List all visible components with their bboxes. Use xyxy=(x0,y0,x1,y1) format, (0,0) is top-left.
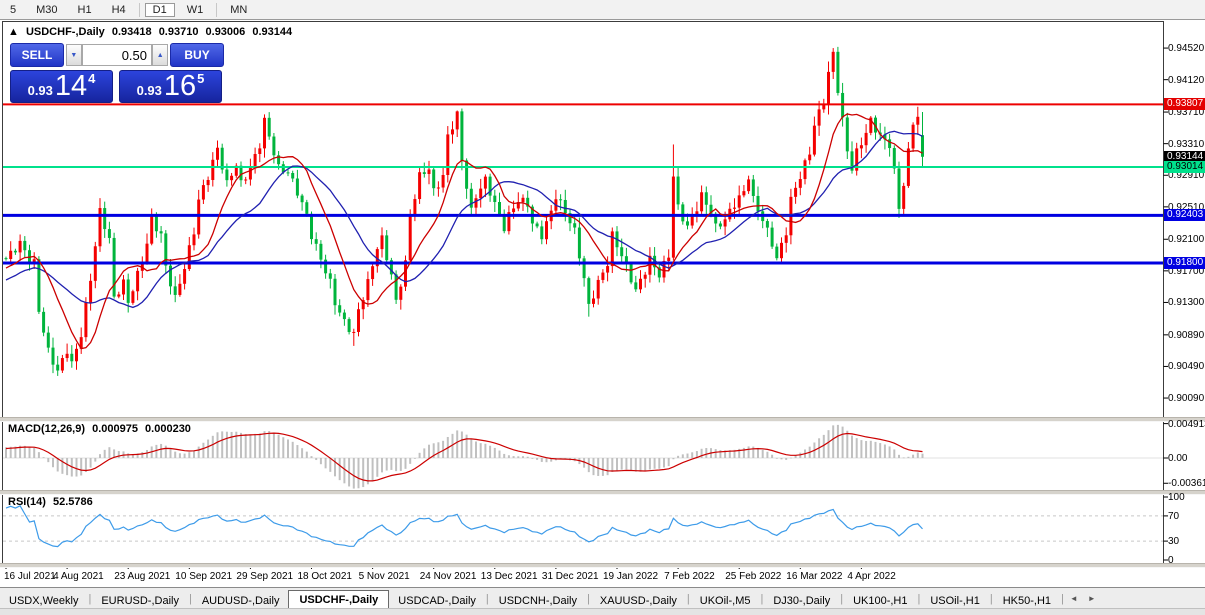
chart-title-bar: ▲ USDCHF-,Daily 0.93418 0.93710 0.93006 … xyxy=(8,26,296,38)
date-label: 16 Jul 2021 xyxy=(4,571,56,582)
tab-item-ukoil-m5[interactable]: UKOil-,M5 xyxy=(691,592,760,609)
date-label: 10 Sep 2021 xyxy=(175,571,232,582)
macd-signal-value: 0.000230 xyxy=(145,423,191,435)
rsi-value: 52.5786 xyxy=(53,496,93,508)
tab-item-audusd-daily[interactable]: AUDUSD-,Daily xyxy=(193,592,289,609)
sell-price-sup: 4 xyxy=(88,71,95,86)
price-axis-label: 0.91300 xyxy=(1168,297,1204,308)
price-axis-label: 0.90890 xyxy=(1168,330,1204,341)
rsi-axis-label: 70 xyxy=(1168,511,1204,522)
tab-item-eurusd-daily[interactable]: EURUSD-,Daily xyxy=(92,592,188,609)
pane-separator-macd-rsi[interactable] xyxy=(0,490,1205,495)
tab-item-uk100-h1[interactable]: UK100-,H1 xyxy=(844,592,916,609)
price-badge: 0.93014 xyxy=(1164,161,1205,173)
macd-axis-label: 0.00 xyxy=(1168,453,1204,464)
trading-app-window: 5M30H1H4D1W1MN ▲ USDCHF-,Daily 0.93418 0… xyxy=(0,0,1205,615)
ohlc-open: 0.93418 xyxy=(112,26,152,38)
buy-button[interactable]: BUY xyxy=(170,43,224,67)
tab-item-usdchf-daily[interactable]: USDCHF-,Daily xyxy=(288,590,389,609)
date-label: 18 Oct 2021 xyxy=(298,571,352,582)
chevron-up-icon: ▲ xyxy=(157,52,164,59)
collapse-panel-icon[interactable]: ▲ xyxy=(8,26,19,38)
ohlc-low: 0.93006 xyxy=(206,26,246,38)
ohlc-high: 0.93710 xyxy=(159,26,199,38)
tab-item-usdcad-daily[interactable]: USDCAD-,Daily xyxy=(389,592,485,609)
tab-item-dj30-daily[interactable]: DJ30-,Daily xyxy=(764,592,839,609)
tab-item-hk50-h1[interactable]: HK50-,H1 xyxy=(994,592,1060,609)
tab-scroll-right-icon[interactable]: ► xyxy=(1083,590,1101,607)
buy-price-sup: 5 xyxy=(197,71,204,86)
tab-scroll-left-icon[interactable]: ◄ xyxy=(1065,590,1083,607)
sell-price-big: 14 xyxy=(55,72,87,101)
price-axis-label: 0.90490 xyxy=(1168,361,1204,372)
price-axis-label: 0.90090 xyxy=(1168,393,1204,404)
pane-separator-rsi-dates xyxy=(0,563,1205,568)
price-badge: 0.91800 xyxy=(1164,257,1205,269)
date-label: 23 Aug 2021 xyxy=(114,571,170,582)
chart-tab-bar: USDX,Weekly|EURUSD-,Daily|AUDUSD-,DailyU… xyxy=(0,587,1205,609)
rsi-indicator-label: RSI(14) 52.5786 xyxy=(8,496,97,508)
price-badge: 0.92403 xyxy=(1164,209,1205,221)
ohlc-close: 0.93144 xyxy=(252,26,292,38)
volume-input[interactable] xyxy=(82,44,152,66)
volume-increase-button[interactable]: ▲ xyxy=(152,44,168,66)
date-label: 5 Nov 2021 xyxy=(359,571,410,582)
rsi-axis-label: 0 xyxy=(1168,555,1204,566)
price-axis-label: 0.94520 xyxy=(1168,43,1204,54)
sell-price-prefix: 0.93 xyxy=(28,83,53,98)
tab-item-xauusd-daily[interactable]: XAUUSD-,Daily xyxy=(591,592,686,609)
date-label: 7 Feb 2022 xyxy=(664,571,715,582)
buy-price-big: 16 xyxy=(164,72,196,101)
chevron-down-icon: ▼ xyxy=(70,52,77,59)
rsi-axis-label: 30 xyxy=(1168,536,1204,547)
date-label: 25 Feb 2022 xyxy=(725,571,781,582)
rsi-axis-label: 100 xyxy=(1168,492,1204,503)
price-axis-label: 0.92100 xyxy=(1168,234,1204,245)
date-label: 13 Dec 2021 xyxy=(481,571,538,582)
date-label: 19 Jan 2022 xyxy=(603,571,658,582)
one-click-trading-panel: SELL ▼ ▲ BUY 0.93 14 4 0.93 16 5 xyxy=(10,43,224,103)
bottom-scroll-strip[interactable] xyxy=(0,608,1205,615)
date-label: 31 Dec 2021 xyxy=(542,571,599,582)
rsi-pane xyxy=(3,494,1164,564)
sell-button[interactable]: SELL xyxy=(10,43,64,67)
macd-indicator-label: MACD(12,26,9) 0.000975 0.000230 xyxy=(8,423,195,435)
date-label: 24 Nov 2021 xyxy=(420,571,477,582)
tab-item-usdx-weekly[interactable]: USDX,Weekly xyxy=(0,592,87,609)
tab-item-usoil-h1[interactable]: USOil-,H1 xyxy=(921,592,989,609)
macd-axis-label: 0.004913 xyxy=(1168,419,1204,430)
date-label: 4 Apr 2022 xyxy=(847,571,895,582)
macd-main-value: 0.000975 xyxy=(92,423,138,435)
price-axis-label: 0.93310 xyxy=(1168,139,1204,150)
date-label: 16 Mar 2022 xyxy=(786,571,842,582)
price-axis-label: 0.94120 xyxy=(1168,75,1204,86)
date-label: 4 Aug 2021 xyxy=(53,571,104,582)
volume-decrease-button[interactable]: ▼ xyxy=(66,44,82,66)
sell-price-panel[interactable]: 0.93 14 4 xyxy=(10,70,113,103)
buy-price-prefix: 0.93 xyxy=(137,83,162,98)
macd-axis-label: -0.00361 xyxy=(1168,478,1204,489)
macd-name: MACD(12,26,9) xyxy=(8,423,85,435)
pane-separator-main-macd[interactable] xyxy=(0,417,1205,422)
date-label: 29 Sep 2021 xyxy=(236,571,293,582)
chart-symbol-title: USDCHF-,Daily xyxy=(26,26,105,38)
rsi-name: RSI(14) xyxy=(8,496,46,508)
buy-price-panel[interactable]: 0.93 16 5 xyxy=(119,70,222,103)
tab-item-usdcnh-daily[interactable]: USDCNH-,Daily xyxy=(490,592,586,609)
price-badge: 0.93807 xyxy=(1164,98,1205,110)
